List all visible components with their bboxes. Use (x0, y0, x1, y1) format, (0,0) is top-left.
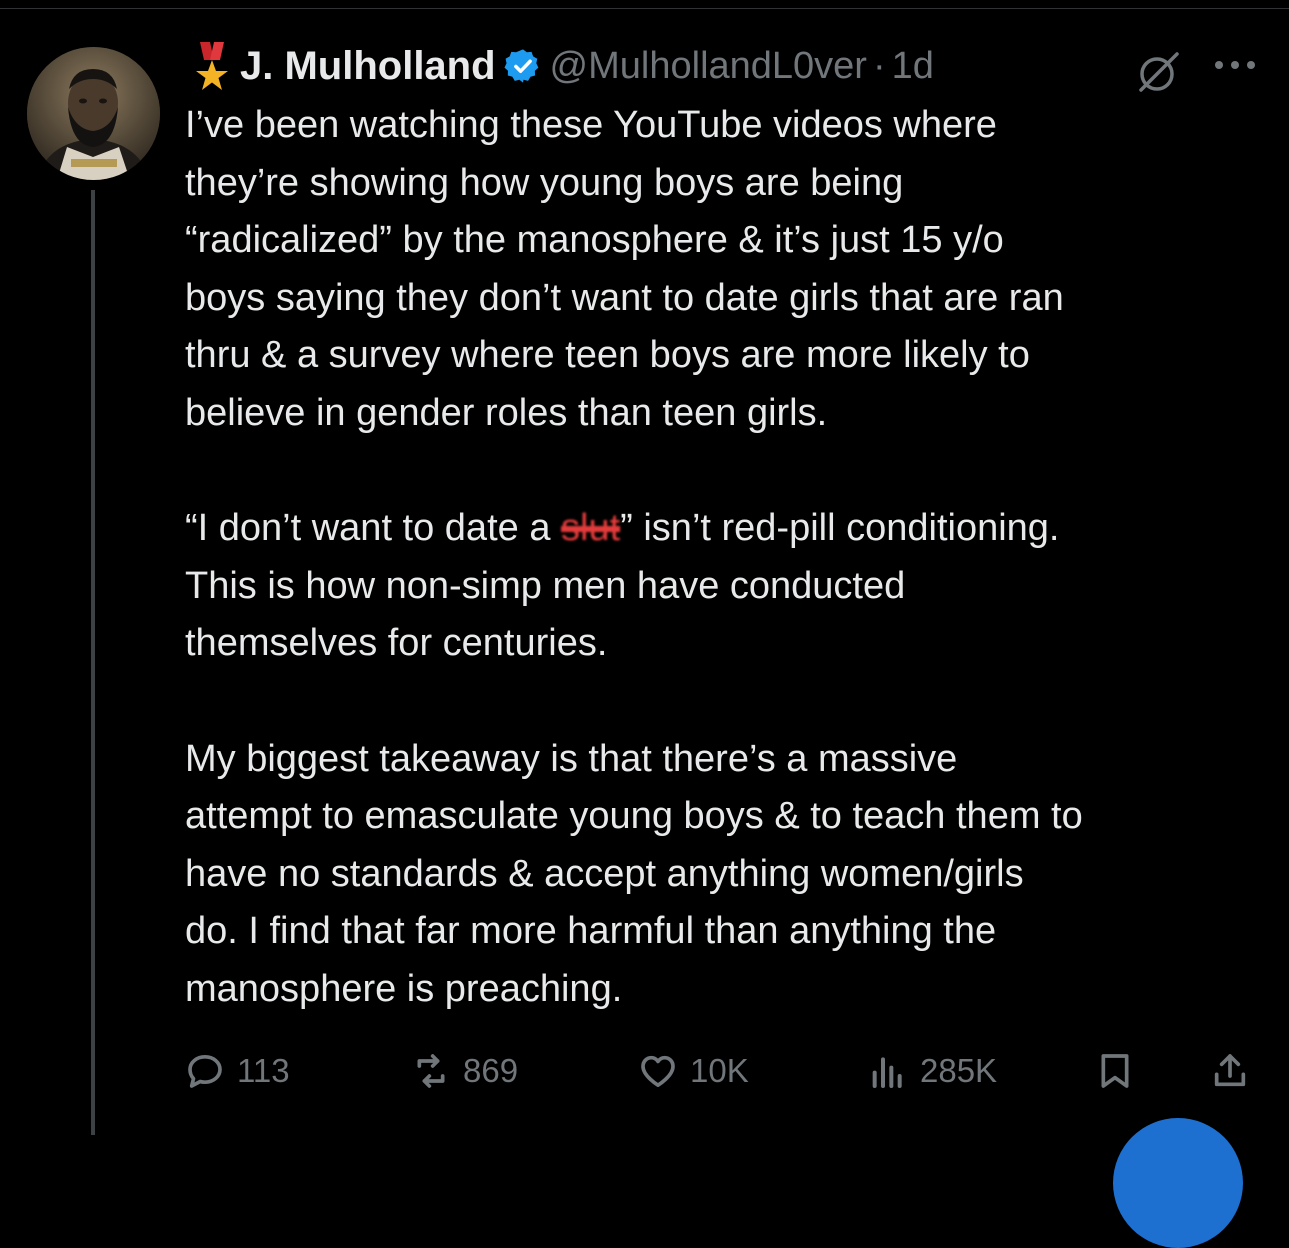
tweet-line: believe in gender roles than teen girls. (185, 391, 828, 434)
reply-icon (188, 1055, 222, 1088)
tweet-line: thru & a survey where teen boys are more… (185, 334, 1030, 376)
more-icon[interactable] (1212, 58, 1258, 72)
author-name[interactable]: J. Mulholland (240, 44, 496, 89)
tweet-text: ” isn’t red-pill conditioning. (620, 507, 1060, 549)
reply-count: 113 (237, 1052, 290, 1089)
tweet-body: I’ve been watching these YouTube videos … (185, 97, 1275, 1018)
tweet-line: I’ve been watching these YouTube videos … (185, 104, 997, 146)
views-button[interactable]: 285K (868, 1045, 997, 1097)
time-separator: · (872, 44, 886, 87)
tweet-line: attempt to emasculate young boys & to te… (185, 795, 1083, 837)
action-bar: 113 869 10K 285K (185, 1045, 1265, 1097)
tweet-line: they’re showing how young boys are being (185, 161, 904, 204)
tweet-line: themselves for centuries. (185, 622, 608, 664)
bookmark-icon (1101, 1054, 1129, 1088)
author-handle[interactable]: @MulhollandL0ver (550, 45, 867, 88)
top-divider (0, 8, 1289, 9)
like-count: 10K (690, 1052, 749, 1089)
tweet-text: “I don’t want to date a (185, 507, 562, 549)
tweet-line: manosphere is preaching. (185, 967, 623, 1010)
tweet-header: J. Mulholland @MulhollandL0ver · 1d (190, 40, 934, 92)
tweet-line: “radicalized” by the manosphere & it’s j… (185, 219, 1004, 261)
tweet-line: My biggest takeaway is that there’s a ma… (185, 737, 958, 780)
like-button[interactable]: 10K (638, 1045, 749, 1097)
thread-line (91, 190, 95, 1135)
avatar-portrait (27, 47, 160, 180)
avatar[interactable] (27, 47, 160, 180)
views-count: 285K (920, 1052, 998, 1089)
medal-icon (196, 42, 228, 90)
tweet-line-redacted: “I don’t want to date a slut” isn’t red-… (185, 500, 1275, 558)
tweet-line: This is how non-simp men have conducted (185, 564, 906, 607)
views-icon (872, 1057, 902, 1088)
repost-icon (417, 1054, 445, 1088)
tweet-line: boys saying they don’t want to date girl… (185, 276, 1064, 319)
bookmark-button[interactable] (1095, 1045, 1147, 1097)
tweet-line: do. I find that far more harmful than an… (185, 910, 997, 952)
repost-button[interactable]: 869 (411, 1045, 518, 1097)
floating-compose-button[interactable] (1113, 1118, 1243, 1248)
redacted-word: slut (561, 500, 620, 558)
grok-icon[interactable] (1137, 50, 1181, 94)
timestamp[interactable]: 1d (892, 45, 934, 88)
reply-button[interactable]: 113 (185, 1045, 290, 1097)
redacted-word-text: slut (561, 507, 621, 549)
tweet-line: have no standards & accept anything wome… (185, 852, 1024, 895)
repost-count: 869 (463, 1052, 519, 1089)
share-button[interactable] (1210, 1045, 1262, 1097)
like-icon (641, 1055, 675, 1087)
verified-icon[interactable] (504, 47, 542, 85)
share-icon (1214, 1054, 1246, 1087)
